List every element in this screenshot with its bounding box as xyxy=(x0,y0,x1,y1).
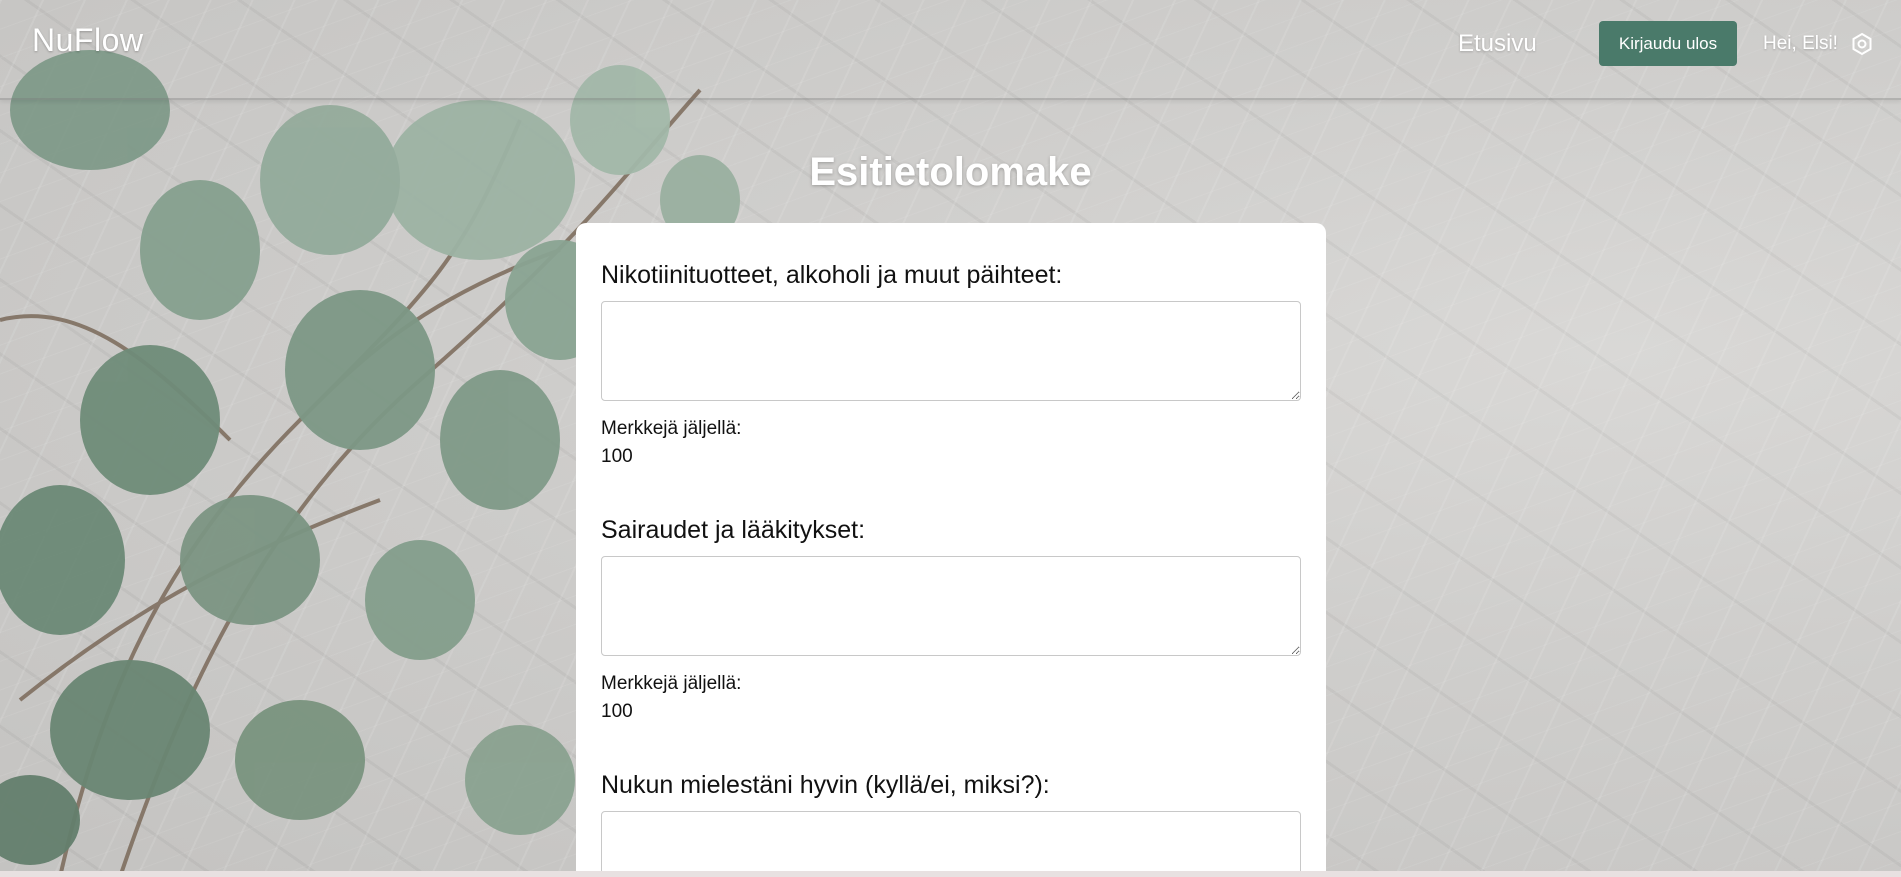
form-field-sleep: Nukun mielestäni hyvin (kyllä/ei, miksi?… xyxy=(601,771,1301,877)
top-navbar: NuFlow Etusivu Kirjaudu ulos Hei, Elsi! xyxy=(0,0,1901,100)
page-title: Esitietolomake xyxy=(809,150,1092,194)
substances-textarea[interactable] xyxy=(601,301,1301,401)
chars-remaining-value: 100 xyxy=(601,446,633,467)
gear-icon[interactable] xyxy=(1850,32,1874,56)
page-title-container: Esitietolomake xyxy=(0,150,1901,195)
user-greeting: Hei, Elsi! xyxy=(1763,33,1838,54)
brand-logo[interactable]: NuFlow xyxy=(32,22,143,59)
form-card: Nikotiinituotteet, alkoholi ja muut päih… xyxy=(576,223,1326,877)
chars-remaining-label: Merkkejä jäljellä: xyxy=(601,418,742,439)
sleep-textarea[interactable] xyxy=(601,811,1301,877)
chars-remaining-label: Merkkejä jäljellä: xyxy=(601,673,742,694)
bottom-edge-strip xyxy=(0,871,1901,877)
page-root: NuFlow Etusivu Kirjaudu ulos Hei, Elsi! … xyxy=(0,0,1901,877)
chars-remaining-value: 100 xyxy=(601,701,633,722)
field-label-substances: Nikotiinituotteet, alkoholi ja muut päih… xyxy=(601,261,1063,289)
form-field-illnesses: Sairaudet ja lääkitykset: Merkkejä jälje… xyxy=(601,516,1301,723)
field-label-illnesses: Sairaudet ja lääkitykset: xyxy=(601,516,866,544)
field-label-sleep: Nukun mielestäni hyvin (kyllä/ei, miksi?… xyxy=(601,771,1050,799)
form-field-substances: Nikotiinituotteet, alkoholi ja muut päih… xyxy=(601,261,1301,468)
logout-button[interactable]: Kirjaudu ulos xyxy=(1599,21,1737,66)
nav-link-home[interactable]: Etusivu xyxy=(1458,30,1537,58)
illnesses-textarea[interactable] xyxy=(601,556,1301,656)
